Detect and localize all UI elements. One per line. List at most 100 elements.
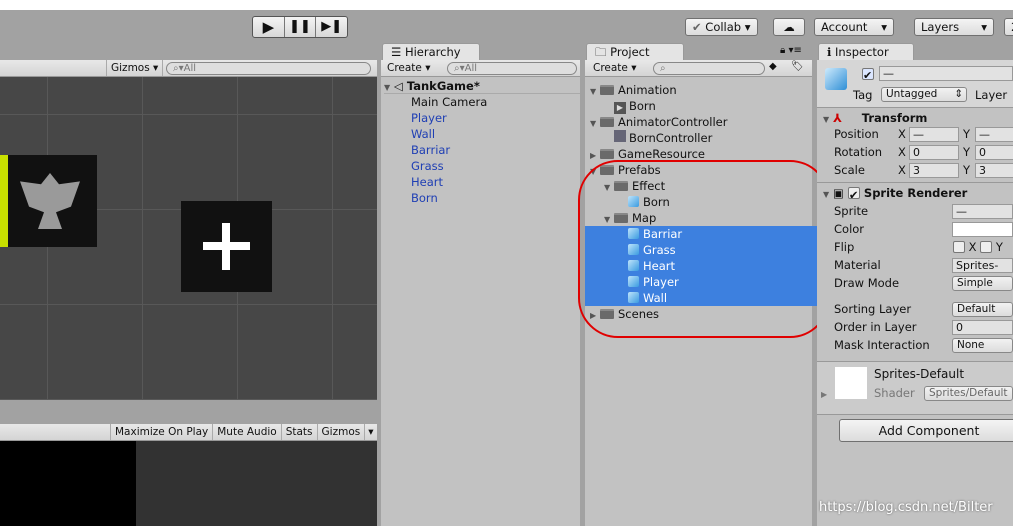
born-sprite xyxy=(181,201,272,292)
game-view-background xyxy=(136,441,377,526)
cloud-icon: ☁ xyxy=(783,20,795,34)
flip-x-label: X xyxy=(968,240,977,254)
watermark: https://blog.csdn.net/Bilter xyxy=(819,500,993,515)
rotation-x-input[interactable]: 0 xyxy=(909,145,959,160)
tab-project[interactable]: 🗀 Project xyxy=(586,43,684,60)
hierarchy-item[interactable]: Heart xyxy=(411,174,443,190)
mute-audio-toggle[interactable]: Mute Audio xyxy=(212,424,280,440)
play-button[interactable]: ▶ xyxy=(253,17,285,37)
tab-label: Inspector xyxy=(835,45,889,59)
hierarchy-panel: Create ▾ ⌕▾All ▼ ◁ TankGame* Main Camera P… xyxy=(381,60,580,526)
collab-button[interactable]: ✔ Collab ▾ xyxy=(685,18,758,36)
scene-search-input[interactable]: ⌕▾All xyxy=(166,62,371,75)
cloud-button[interactable]: ☁ xyxy=(773,18,805,36)
item-label: AnimatorController xyxy=(618,115,728,129)
account-dropdown[interactable]: Account ▾ xyxy=(814,18,894,36)
unity-icon: ◁ xyxy=(394,79,403,93)
material-name: Sprites-Default xyxy=(874,367,965,381)
material-preview xyxy=(835,367,867,399)
scale-y-input[interactable]: 3 xyxy=(975,163,1013,178)
lock-icon[interactable]: 🔒︎ ▾≡ xyxy=(780,45,802,56)
position-y-input[interactable]: — xyxy=(975,127,1013,142)
tab-inspector[interactable]: ℹ Inspector xyxy=(818,43,914,60)
active-checkbox[interactable]: ✔ xyxy=(862,68,874,82)
shader-dropdown[interactable]: Sprites/Default xyxy=(924,386,1013,401)
folder-icon xyxy=(600,85,614,95)
project-item[interactable]: BornController xyxy=(585,130,712,146)
hierarchy-item[interactable]: Player xyxy=(411,110,447,126)
hierarchy-item[interactable]: Born xyxy=(411,190,438,206)
hierarchy-item[interactable]: Grass xyxy=(411,158,444,174)
y-label: Y xyxy=(963,127,971,141)
game-toolbar: Maximize On Play Mute Audio Stats Gizmos… xyxy=(0,424,377,441)
hierarchy-toolbar: Create ▾ ⌕▾All xyxy=(381,60,580,77)
material-field[interactable]: Sprites- xyxy=(952,258,1013,273)
sorting-layer-dropdown[interactable]: Default xyxy=(952,302,1013,317)
flip-x-checkbox[interactable] xyxy=(953,241,965,253)
stats-toggle[interactable]: Stats xyxy=(280,424,317,440)
draw-mode-dropdown[interactable]: Simple xyxy=(952,276,1013,291)
hierarchy-item[interactable]: Barriar xyxy=(411,142,450,158)
list-icon: ☰ xyxy=(391,45,402,59)
transform-header[interactable]: ▼ ⅄ Transform xyxy=(823,111,927,125)
sprite-renderer-header[interactable]: ▼ ▣ ✔ Sprite Renderer xyxy=(823,186,967,202)
sprite-renderer-enabled-checkbox[interactable]: ✔ xyxy=(847,187,860,202)
flip-y-checkbox[interactable] xyxy=(980,241,993,253)
layout-dropdown[interactable]: 2 xyxy=(1004,18,1013,36)
tag-dropdown[interactable]: Untagged ⇕ xyxy=(881,87,967,102)
game-gizmos-toggle[interactable]: Gizmos xyxy=(316,424,365,440)
hierarchy-create-button[interactable]: Create ▾ xyxy=(387,60,431,76)
scene-view[interactable] xyxy=(0,77,377,400)
order-label: Order in Layer xyxy=(834,320,917,334)
tag-icon[interactable]: 🏷︎ xyxy=(791,61,804,72)
gameobject-cube-icon xyxy=(825,68,847,90)
account-label: Account xyxy=(821,20,868,34)
object-name-input[interactable]: — xyxy=(879,66,1013,81)
position-x-input[interactable]: — xyxy=(909,127,959,142)
add-component-button[interactable]: Add Component xyxy=(839,419,1013,442)
order-field[interactable]: 0 xyxy=(952,320,1013,335)
rotation-y-input[interactable]: 0 xyxy=(975,145,1013,160)
shader-label: Shader xyxy=(874,386,915,400)
hierarchy-item[interactable]: Wall xyxy=(411,126,435,142)
sorting-layer-label: Sorting Layer xyxy=(834,302,912,316)
chevron-down-icon[interactable]: ▾ xyxy=(364,424,376,440)
tab-hierarchy[interactable]: ☰ Hierarchy xyxy=(382,43,480,60)
project-item[interactable]: ▼ AnimatorController xyxy=(585,114,727,130)
material-label: Material xyxy=(834,258,881,272)
create-label: Create xyxy=(387,62,422,74)
expand-icon[interactable]: ▶ xyxy=(821,390,827,399)
sprite-field[interactable]: — xyxy=(952,204,1013,219)
step-button[interactable]: ▶❚ xyxy=(316,17,347,37)
item-label: GameResource xyxy=(618,147,705,161)
filter-type-icon[interactable]: ◆ xyxy=(769,61,777,72)
maximize-on-play-toggle[interactable]: Maximize On Play xyxy=(110,424,212,440)
x-label: X xyxy=(898,145,906,159)
item-label: BornController xyxy=(629,131,713,145)
position-label: Position xyxy=(834,127,879,141)
folder-icon xyxy=(600,117,614,127)
scene-gizmos-dropdown[interactable]: Gizmos ▾ xyxy=(106,60,164,76)
animator-controller-icon xyxy=(614,130,626,142)
hierarchy-search-input[interactable]: ⌕▾All xyxy=(447,62,577,75)
highlight-ring xyxy=(578,160,830,338)
tab-label: Project xyxy=(610,45,650,59)
eagle-sprite xyxy=(0,155,97,247)
scale-x-input[interactable]: 3 xyxy=(909,163,959,178)
project-item[interactable]: ▶ Born xyxy=(585,98,656,114)
inspector-panel: ✔ — Tag Untagged ⇕ Layer ▼ ⅄ Transform Pos… xyxy=(817,60,1013,526)
playback-controls: ▶ ❚❚ ▶❚ xyxy=(252,16,348,38)
layer-label: Layer xyxy=(975,88,1008,102)
project-search-input[interactable]: ⌕ xyxy=(653,62,765,75)
project-item[interactable]: ▼ Animation xyxy=(585,82,677,98)
pause-button[interactable]: ❚❚ xyxy=(285,17,317,37)
mask-dropdown[interactable]: None xyxy=(952,338,1013,353)
info-icon: ℹ xyxy=(827,45,832,59)
project-create-button[interactable]: Create ▾ xyxy=(593,60,637,76)
color-swatch[interactable] xyxy=(952,222,1013,237)
hierarchy-item[interactable]: Main Camera xyxy=(411,94,487,110)
flip-toggles: X Y xyxy=(953,240,1003,254)
layers-dropdown[interactable]: Layers ▾ xyxy=(914,18,994,36)
scene-root[interactable]: ▼ ◁ TankGame* xyxy=(384,78,580,94)
game-view[interactable] xyxy=(0,441,136,526)
